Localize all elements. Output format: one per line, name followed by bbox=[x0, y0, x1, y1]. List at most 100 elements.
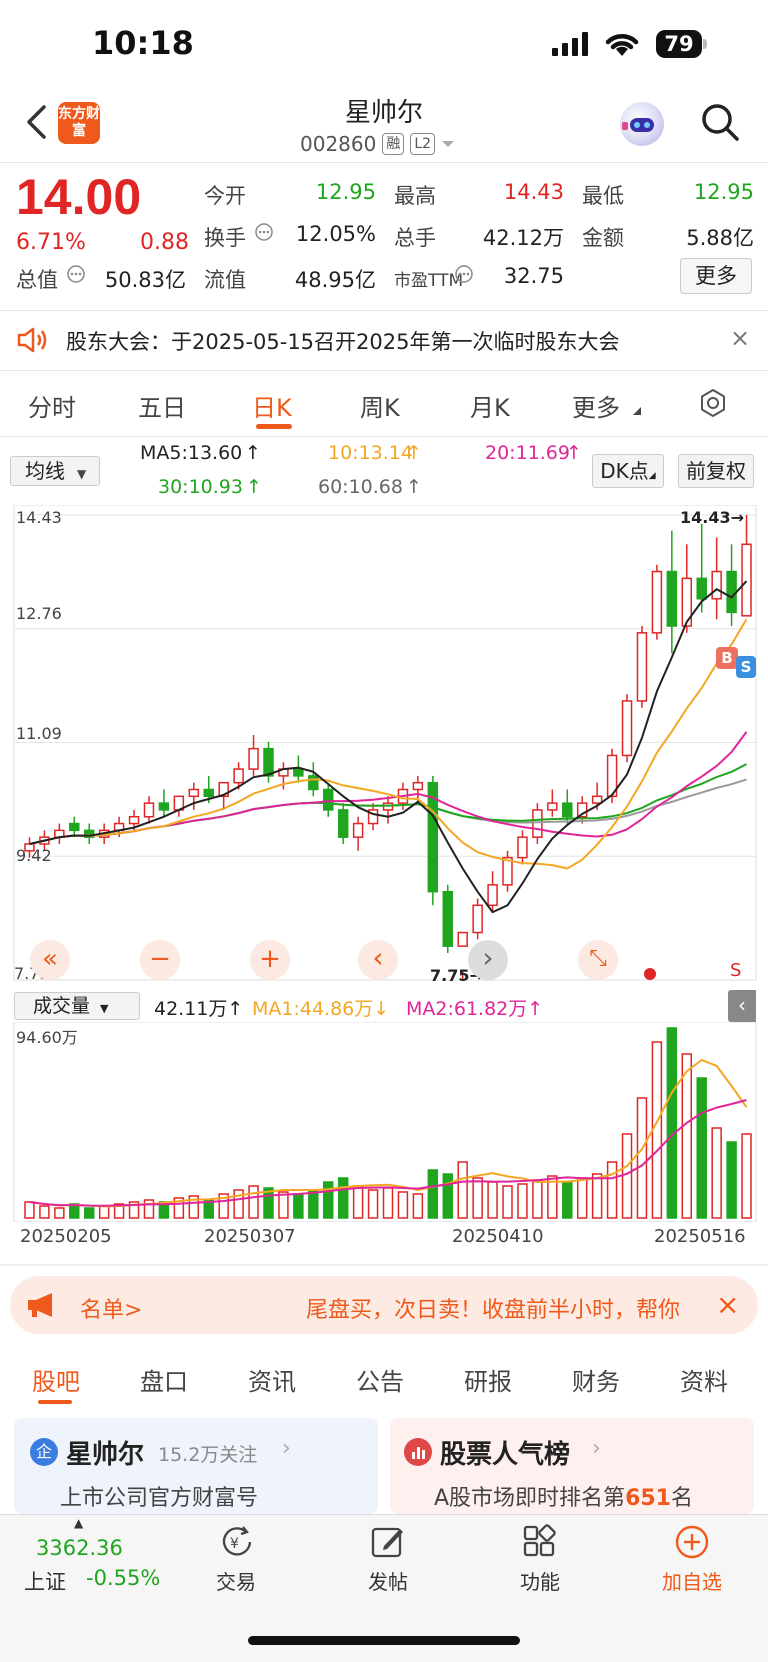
volume-current-value: 42.11万 bbox=[154, 998, 228, 1020]
notice-text[interactable]: 股东大会：于2025-05-15召开2025年第一次临时股东大会 bbox=[66, 326, 619, 356]
tab-monthly-k[interactable]: 月K bbox=[470, 388, 510, 423]
divider bbox=[0, 310, 768, 311]
add-circle-icon[interactable] bbox=[674, 1524, 710, 1560]
divider bbox=[0, 370, 768, 371]
search-icon[interactable] bbox=[700, 102, 740, 142]
index-up-arrow: ▲ bbox=[74, 1516, 84, 1530]
candle-body bbox=[487, 884, 498, 907]
candle-body bbox=[293, 768, 304, 777]
volume-bar bbox=[278, 1191, 289, 1219]
tab-news[interactable]: 资讯 bbox=[248, 1362, 296, 1397]
ma5-value: MA5:13.60 bbox=[140, 442, 243, 464]
volume-bar bbox=[741, 1133, 752, 1219]
prev-button[interactable]: ‹ bbox=[358, 940, 398, 980]
nav-add-watchlist[interactable]: 加自选 bbox=[642, 1566, 742, 1595]
adjust-mode-button[interactable]: 前复权 bbox=[678, 454, 754, 488]
index-change[interactable]: -0.55% bbox=[86, 1566, 160, 1590]
tab-forum[interactable]: 股吧 bbox=[32, 1362, 80, 1397]
candle-body bbox=[711, 570, 722, 600]
volume-bar bbox=[248, 1185, 259, 1219]
stock-code-row[interactable]: 002860 融 L2 bbox=[300, 132, 455, 156]
candle-body bbox=[352, 822, 364, 838]
tab-profile[interactable]: 资料 bbox=[680, 1362, 728, 1397]
compose-icon[interactable] bbox=[370, 1524, 406, 1560]
info-icon[interactable] bbox=[66, 264, 86, 284]
volume-bar bbox=[442, 1173, 453, 1219]
tab-intraday[interactable]: 分时 bbox=[28, 388, 76, 423]
section-divider bbox=[0, 1264, 768, 1266]
notice-close-button[interactable]: × bbox=[730, 324, 750, 352]
ma60-arrow: ↑ bbox=[406, 476, 422, 498]
index-value[interactable]: 3362.36 bbox=[36, 1536, 123, 1560]
buy-signal-badge[interactable]: B bbox=[716, 647, 738, 669]
next-button[interactable]: › bbox=[468, 940, 508, 980]
banner-text[interactable]: 尾盘买，次日卖！收盘前半小时，帮你 bbox=[306, 1292, 704, 1324]
volume-bar bbox=[457, 1161, 468, 1219]
volume-bar bbox=[591, 1173, 603, 1219]
sell-signal-badge[interactable]: S bbox=[736, 656, 756, 678]
grid-icon[interactable] bbox=[522, 1524, 558, 1560]
nav-functions[interactable]: 功能 bbox=[490, 1566, 590, 1595]
assistant-robot-icon[interactable] bbox=[620, 102, 664, 146]
index-name[interactable]: 上证 bbox=[24, 1566, 66, 1596]
tab-five-day[interactable]: 五日 bbox=[138, 388, 186, 423]
float-cap-label: 流值 bbox=[204, 268, 246, 292]
candle-body bbox=[591, 795, 603, 804]
info-icon[interactable] bbox=[454, 264, 474, 284]
date-label-4: 20250516 bbox=[654, 1226, 746, 1247]
ma10-arrow: ↑ bbox=[406, 442, 422, 464]
info-icon[interactable] bbox=[254, 222, 274, 242]
gear-icon[interactable] bbox=[698, 388, 728, 418]
trade-icon[interactable]: ¥ bbox=[218, 1524, 256, 1560]
indicator-select[interactable]: 均线 ▼ bbox=[10, 456, 100, 486]
more-button[interactable]: 更多 bbox=[680, 258, 752, 294]
candle-body bbox=[233, 768, 244, 784]
chevron-right-icon: › bbox=[282, 1436, 291, 1461]
dk-point-button[interactable]: DK点◢ bbox=[592, 454, 664, 488]
volume-ma2-value: MA2:61.82万 bbox=[406, 998, 528, 1020]
divider bbox=[0, 162, 768, 163]
fullscreen-button[interactable]: ⤡ bbox=[578, 940, 618, 980]
float-cap-value: 48.95亿 bbox=[294, 268, 376, 292]
scroll-left-button[interactable]: « bbox=[30, 940, 70, 980]
card-company-sub: 上市公司官方财富号 bbox=[60, 1486, 259, 1511]
volume-value: 42.12万 bbox=[482, 226, 564, 250]
tab-research[interactable]: 研报 bbox=[464, 1362, 512, 1397]
volume-label: 总手 bbox=[394, 226, 436, 250]
volume-bar bbox=[472, 1177, 483, 1219]
zoom-out-button[interactable]: − bbox=[140, 940, 180, 980]
price-axis-2: 12.76 bbox=[16, 604, 62, 623]
volume-bar bbox=[293, 1193, 304, 1219]
side-panel-toggle[interactable]: ‹ bbox=[728, 990, 756, 1022]
tab-more[interactable]: 更多 bbox=[572, 388, 620, 423]
volume-bar bbox=[397, 1191, 409, 1219]
tab-announcements[interactable]: 公告 bbox=[356, 1362, 404, 1397]
volume-bar bbox=[562, 1181, 573, 1219]
tab-financials[interactable]: 财务 bbox=[572, 1362, 620, 1397]
volume-axis-top: 94.60万 bbox=[16, 1028, 78, 1047]
candle-body bbox=[188, 788, 200, 798]
volume-bar bbox=[83, 1207, 95, 1219]
nav-trade[interactable]: 交易 bbox=[186, 1566, 286, 1595]
tab-daily-k[interactable]: 日K bbox=[252, 388, 292, 423]
ma20-value: 20:11.69 bbox=[485, 442, 570, 464]
ma5-line bbox=[29, 580, 748, 914]
turnover-value: 12.05% bbox=[295, 222, 376, 246]
chevron-right-icon: › bbox=[592, 1436, 601, 1461]
zoom-in-button[interactable]: + bbox=[250, 940, 290, 980]
nav-post[interactable]: 发帖 bbox=[338, 1566, 438, 1595]
svg-text:¥: ¥ bbox=[230, 1536, 239, 1552]
wifi-icon bbox=[605, 34, 639, 56]
volume-select-label: 成交量 bbox=[33, 995, 91, 1017]
candlestick-chart[interactable] bbox=[0, 505, 768, 985]
banner-left-text[interactable]: 名单> bbox=[80, 1292, 142, 1324]
ma20-arrow: ↑ bbox=[566, 442, 582, 464]
sell-signal-marker: S bbox=[730, 960, 742, 981]
volume-indicator-select[interactable]: 成交量 ▼ bbox=[14, 992, 140, 1020]
candle-body bbox=[696, 577, 707, 600]
tab-order-book[interactable]: 盘口 bbox=[140, 1362, 188, 1397]
tab-weekly-k[interactable]: 周K bbox=[360, 388, 400, 423]
volume-chart[interactable] bbox=[0, 1022, 768, 1222]
signal-dot bbox=[644, 968, 656, 980]
banner-close-button[interactable]: × bbox=[716, 1288, 739, 1321]
